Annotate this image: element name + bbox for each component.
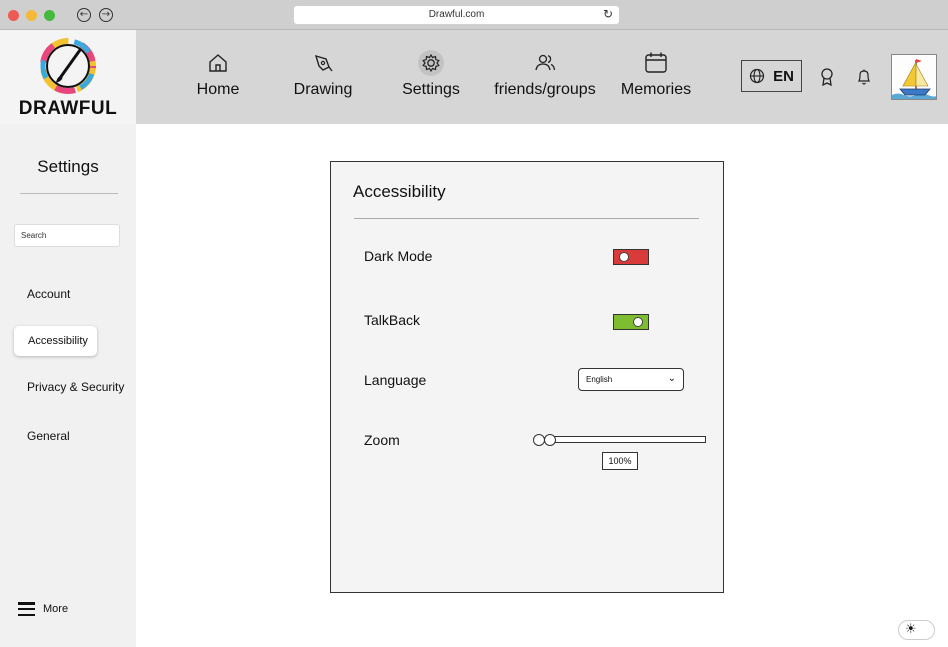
- nav-friends-groups[interactable]: friends/groups: [490, 50, 600, 99]
- panel-title: Accessibility: [353, 182, 446, 201]
- sidebar-item-label: Privacy & Security: [27, 380, 125, 394]
- avatar[interactable]: [891, 54, 937, 100]
- sun-icon: ☀: [905, 622, 917, 637]
- language-select-value: English: [586, 375, 613, 384]
- zoom-value: 100%: [602, 452, 638, 470]
- sidebar-item-accessibility[interactable]: Accessibility: [14, 326, 97, 356]
- more-menu-button[interactable]: More: [18, 602, 68, 616]
- hamburger-icon: [18, 602, 35, 616]
- language-code: EN: [773, 67, 794, 85]
- back-arrow-icon[interactable]: ←: [77, 8, 91, 22]
- zoom-label: Zoom: [364, 432, 400, 448]
- panel-divider: [354, 218, 699, 219]
- minimize-window-button[interactable]: [26, 10, 37, 21]
- sidebar-item-label: Account: [27, 287, 71, 301]
- nav-settings[interactable]: Settings: [395, 50, 467, 99]
- calendar-icon: [645, 52, 667, 73]
- reload-icon[interactable]: ↻: [603, 7, 613, 21]
- forward-arrow-icon[interactable]: →: [99, 8, 113, 22]
- toggle-knob: [619, 252, 629, 262]
- address-bar[interactable]: Drawful.com ↻: [294, 6, 619, 24]
- award-icon[interactable]: [818, 67, 836, 87]
- nav-memories[interactable]: Memories: [616, 50, 696, 99]
- sidebar-item-account[interactable]: Account: [14, 279, 132, 309]
- language-select[interactable]: English ⌄: [578, 368, 684, 391]
- nav-home-label: Home: [196, 81, 240, 98]
- logo-brush-icon: [40, 38, 96, 94]
- toggle-knob: [633, 317, 643, 327]
- app-header: DRAWFUL Home Drawing Settings friends/gr…: [0, 30, 948, 124]
- nav-memories-label: Memories: [620, 81, 692, 98]
- language-button[interactable]: EN: [741, 60, 802, 92]
- close-window-button[interactable]: [8, 10, 19, 21]
- talkback-label: TalkBack: [364, 312, 421, 328]
- more-label: More: [43, 603, 69, 615]
- browser-chrome: ← → Drawful.com ↻: [0, 0, 948, 30]
- bell-icon[interactable]: [855, 67, 873, 87]
- chevron-down-icon: ⌄: [667, 373, 676, 384]
- dark-mode-label: Dark Mode: [364, 248, 433, 264]
- zoom-slider[interactable]: [546, 436, 706, 443]
- language-label: Language: [364, 372, 427, 388]
- nav-home[interactable]: Home: [188, 50, 248, 99]
- sidebar-item-label: Accessibility: [28, 335, 88, 347]
- url-text: Drawful.com: [428, 9, 485, 20]
- pen-nib-icon: [314, 54, 333, 72]
- logo[interactable]: DRAWFUL: [0, 30, 136, 124]
- nav-drawing-label: Drawing: [293, 81, 353, 98]
- nav-drawing[interactable]: Drawing: [288, 50, 358, 99]
- globe-icon: [749, 68, 765, 84]
- logo-text: DRAWFUL: [18, 98, 118, 119]
- sidebar-divider: [20, 193, 118, 194]
- zoom-slider-thumb[interactable]: [544, 434, 556, 446]
- gear-icon: [418, 50, 444, 76]
- sidebar-item-privacy-security[interactable]: Privacy & Security: [14, 372, 132, 402]
- sidebar-item-label: General: [27, 429, 70, 443]
- settings-sidebar: Settings Search Account Accessibility Pr…: [0, 124, 136, 647]
- sidebar-item-general[interactable]: General: [14, 421, 132, 451]
- sidebar-title: Settings: [37, 157, 99, 176]
- nav-friends-label: friends/groups: [494, 81, 596, 98]
- maximize-window-button[interactable]: [44, 10, 55, 21]
- accessibility-panel: Accessibility Dark Mode TalkBack Languag…: [330, 161, 724, 593]
- users-icon: [535, 54, 556, 71]
- sidebar-search-input[interactable]: Search: [14, 224, 120, 247]
- theme-toggle[interactable]: ☀: [898, 620, 935, 640]
- nav-settings-label: Settings: [402, 81, 460, 98]
- sailboat-avatar-image: [892, 55, 936, 99]
- dark-mode-toggle[interactable]: [613, 249, 649, 265]
- home-icon: [209, 54, 227, 72]
- talkback-toggle[interactable]: [613, 314, 649, 330]
